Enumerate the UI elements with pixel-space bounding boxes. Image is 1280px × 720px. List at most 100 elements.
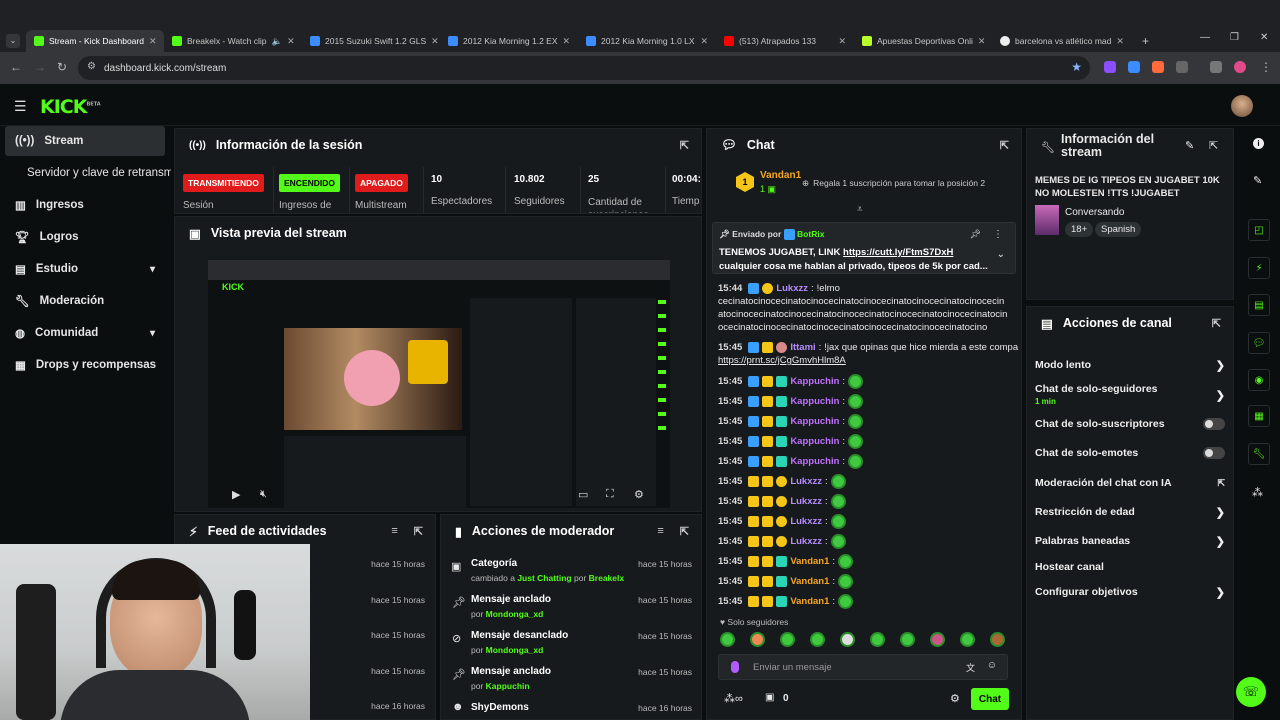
mod-action-row[interactable]: 📌︎ Mensaje anclado por Kappuchin hace 15… <box>448 664 696 698</box>
edit-pencil-icon[interactable]: ✎ <box>1253 174 1262 187</box>
rail-wrench-icon[interactable]: 🔧︎ <box>1248 443 1270 465</box>
emotes-only-row[interactable]: Chat de solo-emotes <box>1035 446 1225 460</box>
emote-icon[interactable] <box>840 632 855 647</box>
close-tab-icon[interactable]: ✕ <box>700 36 708 47</box>
pinned-link[interactable]: https://cutt.ly/FtmS7DxH <box>843 247 953 258</box>
chat-message[interactable]: 15:45 Vandan1: <box>718 594 854 609</box>
mod-action-row[interactable]: ☻ ShyDemons hace 16 horas <box>448 700 696 720</box>
sidebar-item-revenue[interactable]: ▥ Ingresos <box>5 190 165 220</box>
chat-message[interactable]: 15:45 Kappuchin: <box>718 434 864 449</box>
minimize-icon[interactable]: — <box>1200 32 1210 43</box>
mute-icon[interactable]: 🔇︎ <box>260 488 267 501</box>
sidebar-item-studio[interactable]: ▤ Estudio ▾ <box>5 254 165 284</box>
emote-icon[interactable] <box>870 632 885 647</box>
subscribers-only-row[interactable]: Chat de solo-suscriptores <box>1035 417 1225 431</box>
browser-tab[interactable]: Breakelx - Watch clip 🔈 ✕ <box>164 30 302 52</box>
mod-action-row[interactable]: 📌︎ Mensaje anclado por Mondonga_xd hace … <box>448 592 696 626</box>
chat-message[interactable]: 15:45 Lukxzz: <box>718 534 846 549</box>
back-icon[interactable]: ← <box>10 60 22 74</box>
age-restriction-row[interactable]: Restricción de edad ❯ <box>1035 505 1225 519</box>
filter-icon[interactable]: ≡ <box>391 525 397 537</box>
emote-icon[interactable] <box>990 632 1005 647</box>
emote-icon[interactable] <box>930 632 945 647</box>
chat-message[interactable]: 15:45 Kappuchin: <box>718 394 864 409</box>
ai-moderation-row[interactable]: Moderación del chat con IA ⇱ <box>1035 476 1225 490</box>
chat-message[interactable]: 15:45 Lukxzz: <box>718 494 846 509</box>
gift-icon[interactable]: ▣ <box>765 692 774 703</box>
emote-icon[interactable] <box>900 632 915 647</box>
chat-message[interactable]: 15:45 Ittami: !jax que opinas que hice mi… <box>718 342 1018 353</box>
chat-message[interactable]: 15:45 Kappuchin: <box>718 414 864 429</box>
url-field[interactable]: ⚙ dashboard.kick.com/stream ★ <box>78 56 1090 80</box>
site-info-icon[interactable]: ⚙ <box>87 61 96 72</box>
rail-channel-icon[interactable]: ▦ <box>1248 405 1270 427</box>
browser-tab[interactable]: barcelona vs atlético mad ✕ <box>992 30 1130 52</box>
settings-icon[interactable]: ⚙ <box>634 488 644 501</box>
tag-18plus[interactable]: 18+ <box>1065 222 1094 237</box>
profile-icon[interactable] <box>1234 61 1246 73</box>
theater-icon[interactable]: ⛶ <box>606 488 614 501</box>
slow-mode-row[interactable]: Modo lento ❯ <box>1035 358 1225 372</box>
emoji-icon[interactable]: ☺ <box>987 660 997 671</box>
more-options-icon[interactable]: ⋮ <box>993 229 1003 240</box>
mod-action-row[interactable]: ⊘ Mensaje desanclado por Mondonga_xd hac… <box>448 628 696 662</box>
rail-broadcast-icon[interactable]: ◉ <box>1248 369 1270 391</box>
close-tab-icon[interactable]: ✕ <box>978 36 986 47</box>
close-tab-icon[interactable]: ✕ <box>287 36 295 47</box>
chevron-down-icon[interactable]: ⌄ <box>997 249 1005 260</box>
browser-menu-icon[interactable]: ⋮ <box>1260 60 1272 74</box>
pinned-message[interactable]: 📌︎ Enviado por BotRix TENEMOS JUGABET, L… <box>712 222 1016 274</box>
unpin-icon[interactable]: 📌︎ <box>970 229 981 240</box>
emote-icon[interactable] <box>780 632 795 647</box>
browser-tab[interactable]: 2012 Kia Morning 1.0 LX ✕ <box>578 30 716 52</box>
chat-message[interactable]: 15:45 Vandan1: <box>718 574 854 589</box>
browser-tab-active[interactable]: Stream - Kick Dashboard ✕ <box>26 30 164 52</box>
banned-words-row[interactable]: Palabras baneadas ❯ <box>1035 534 1225 548</box>
emote-icon[interactable] <box>750 632 765 647</box>
mod-action-row[interactable]: ▣ Categoría cambiado a Just Chatting por… <box>448 556 696 590</box>
chat-message[interactable]: 15:45 Lukxzz: <box>718 514 846 529</box>
rail-chat-icon[interactable]: 💬︎ <box>1248 332 1270 354</box>
user-avatar[interactable] <box>1231 95 1253 117</box>
rail-lightning-icon[interactable]: ⚡︎ <box>1248 257 1270 279</box>
community-points-icon[interactable]: ⁂∞ <box>724 692 743 705</box>
chat-message[interactable]: 15:44 Lukxzz: !elmo <box>718 283 840 294</box>
browser-tab[interactable]: 2012 Kia Morning 1.2 EX ✕ <box>440 30 578 52</box>
chat-link[interactable]: https://prnt.sc/jCgGmvhHlm8A <box>718 355 846 366</box>
close-tab-icon[interactable]: ✕ <box>1116 36 1124 47</box>
rail-scan-icon[interactable]: ◰ <box>1248 219 1270 241</box>
send-chat-button[interactable]: Chat <box>971 688 1009 710</box>
popout-icon[interactable]: ⇱ <box>680 139 689 152</box>
extension-icon[interactable] <box>1104 61 1116 73</box>
play-icon[interactable]: ▶ <box>232 488 240 501</box>
popout-icon[interactable]: ⇱ <box>1209 139 1218 152</box>
followers-only-row[interactable]: Chat de solo-seguidores 1 min ❯ <box>1035 383 1225 406</box>
emote-icon[interactable] <box>720 632 735 647</box>
close-tab-icon[interactable]: ✕ <box>838 36 846 47</box>
bookmark-star-icon[interactable]: ★ <box>1071 60 1082 74</box>
popout-icon[interactable]: ⇱ <box>1000 139 1009 152</box>
translate-icon[interactable]: 文 <box>966 661 975 674</box>
sidebar-item-community[interactable]: ◍ Comunidad ▾ <box>5 318 165 348</box>
clip-icon[interactable]: ▭ <box>578 488 588 501</box>
chat-settings-icon[interactable]: ⚙ <box>950 692 960 705</box>
emote-icon[interactable] <box>810 632 825 647</box>
extension-icon[interactable] <box>1128 61 1140 73</box>
new-tab-button[interactable]: + <box>1134 30 1154 52</box>
close-tab-icon[interactable]: ✕ <box>149 36 157 47</box>
chat-message[interactable]: 15:45 Lukxzz: <box>718 474 846 489</box>
tag-language[interactable]: Spanish <box>1095 222 1142 237</box>
gift-username[interactable]: Vandan1 <box>760 170 801 181</box>
sidebar-item-moderation[interactable]: 🔧︎ Moderación <box>5 286 165 316</box>
extensions-puzzle-icon[interactable] <box>1176 61 1188 73</box>
menu-icon[interactable]: ☰ <box>14 98 28 115</box>
filter-icon[interactable]: ≡ <box>657 525 663 537</box>
close-tab-icon[interactable]: ✕ <box>431 36 439 47</box>
chat-scroll-down-icon[interactable]: ⩡ <box>857 204 863 215</box>
browser-tab[interactable]: 2015 Suzuki Swift 1.2 GLS ✕ <box>302 30 440 52</box>
sidebar-item-achievements[interactable]: 🏆︎ Logros <box>5 222 165 252</box>
browser-tab[interactable]: Apuestas Deportivas Onli ✕ <box>854 30 992 52</box>
browser-tab[interactable]: (513) Atrapados 133 ✕ <box>716 30 854 52</box>
emotes-only-toggle[interactable] <box>1203 447 1225 459</box>
rail-community-icon[interactable]: ⁂ <box>1252 486 1263 499</box>
